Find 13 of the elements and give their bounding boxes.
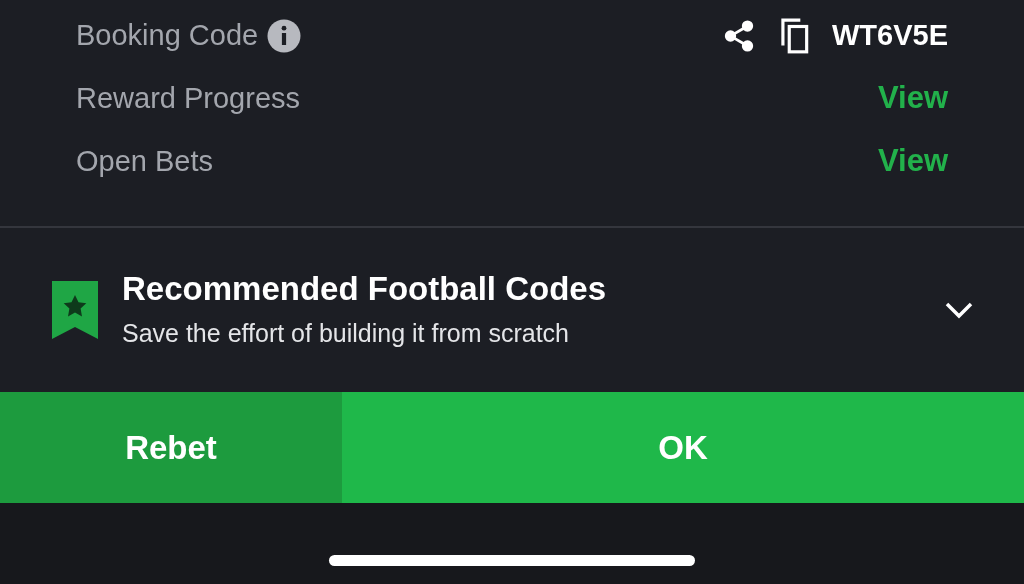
view-link[interactable]: View	[877, 75, 948, 122]
recommended-codes-row[interactable]: Recommended Football Codes Save the effort of building it from scratch	[0, 228, 1024, 392]
view-link[interactable]: View	[877, 138, 948, 185]
section-title: Recommended Football Codes	[122, 268, 608, 309]
detail-label: Booking Code	[76, 17, 259, 53]
bookmark-star-icon	[52, 281, 98, 339]
rebet-button[interactable]: Rebet	[0, 392, 342, 503]
detail-label: Reward Progress	[76, 80, 301, 116]
info-icon[interactable]	[266, 17, 303, 54]
booking-code: WT6V5E	[831, 17, 948, 53]
chevron-icon[interactable]	[944, 300, 974, 320]
detail-label: Open Bets	[76, 143, 214, 179]
section-subtitle: Save the effort of building it from scratch	[122, 317, 570, 349]
